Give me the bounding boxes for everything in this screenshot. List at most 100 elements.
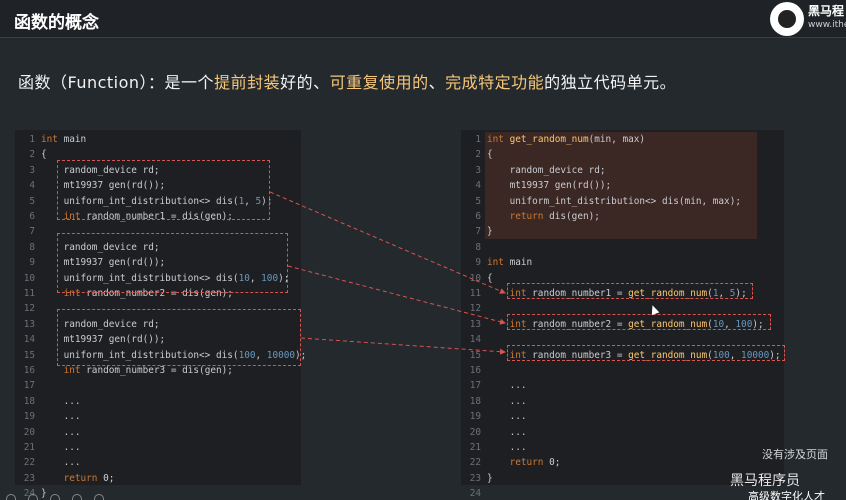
line-number: 21 bbox=[469, 442, 481, 453]
line-number: 14 bbox=[469, 334, 481, 346]
right-code-line: 18 ... bbox=[461, 394, 784, 409]
code-text: ... bbox=[487, 411, 527, 423]
line-number: 24 bbox=[469, 488, 481, 500]
left-code-line: 17 bbox=[15, 378, 301, 393]
line-number: 23 bbox=[469, 472, 481, 484]
line-number: 20 bbox=[23, 426, 35, 438]
left-code-line: 1 int main bbox=[15, 132, 301, 147]
code-text: int main bbox=[487, 257, 533, 269]
code-text: ... bbox=[487, 426, 527, 438]
code-text: { bbox=[487, 272, 493, 284]
code-block-box-1 bbox=[57, 160, 270, 220]
code-block-box-3 bbox=[57, 309, 301, 366]
line-number: 8 bbox=[29, 241, 35, 253]
code-text: int get_random_num(min, max) bbox=[487, 134, 646, 145]
code-block-box-2 bbox=[57, 233, 288, 293]
code-text: return 0; bbox=[509, 457, 561, 469]
line-number: 15 bbox=[469, 349, 481, 361]
line-number: 20 bbox=[469, 426, 481, 438]
left-code-line: 23 return 0; bbox=[15, 471, 301, 486]
definition-text-4: 的独立代码单元。 bbox=[544, 73, 677, 92]
line-number: 3 bbox=[29, 164, 35, 176]
right-code-line: 16 bbox=[461, 363, 784, 378]
code-text: uniform_int_distribution<> dis(min, max)… bbox=[487, 195, 741, 207]
line-number: 6 bbox=[29, 211, 35, 222]
right-code-line: 2{ bbox=[461, 147, 784, 162]
line-number: 9 bbox=[475, 257, 481, 269]
right-code-line: 22 return 0; bbox=[461, 455, 784, 470]
watermark-line1: 黑马程序员 bbox=[730, 473, 800, 489]
code-text: ... bbox=[41, 426, 81, 438]
code-text: random_device rd; bbox=[487, 164, 606, 176]
line-number: 10 bbox=[23, 272, 35, 284]
right-code-line: 7} bbox=[461, 224, 784, 239]
line-number: 12 bbox=[469, 303, 481, 315]
right-code-line: 21 ... bbox=[461, 440, 784, 455]
line-number: 16 bbox=[469, 365, 481, 376]
right-code-line: 9 int main bbox=[461, 255, 784, 270]
call-box-3 bbox=[507, 345, 785, 361]
right-code-line: 8 bbox=[461, 240, 784, 255]
more-icon[interactable] bbox=[94, 494, 104, 500]
line-number: 5 bbox=[29, 195, 35, 207]
brand-name: 黑马程 bbox=[808, 4, 845, 18]
right-code-line: 20 ... bbox=[461, 425, 784, 440]
line-number: 7 bbox=[475, 226, 481, 238]
definition-text-1: 函数（Function）：是一个 bbox=[18, 73, 215, 92]
code-text: ... bbox=[41, 442, 81, 453]
code-text: ... bbox=[41, 457, 81, 469]
code-text: } bbox=[487, 226, 493, 238]
code-text: { bbox=[41, 149, 47, 161]
code-text: { bbox=[487, 149, 493, 161]
pen-icon[interactable] bbox=[28, 494, 38, 500]
right-code-line: 19 ... bbox=[461, 409, 784, 424]
line-number: 2 bbox=[475, 149, 481, 161]
function-definition: 函数（Function）：是一个提前封装好的、可重复使用的、完成特定功能的独立代… bbox=[18, 69, 676, 93]
line-number: 1 bbox=[29, 134, 35, 145]
line-number: 7 bbox=[29, 226, 35, 238]
watermark-line2: 高级数字化人才 bbox=[748, 490, 825, 500]
code-text: return dis(gen); bbox=[509, 211, 600, 222]
line-number: 16 bbox=[23, 365, 35, 376]
right-code-line: 17 ... bbox=[461, 378, 784, 393]
line-number: 18 bbox=[469, 395, 481, 407]
line-number: 22 bbox=[23, 457, 35, 469]
line-number: 21 bbox=[23, 442, 35, 453]
line-number: 19 bbox=[23, 411, 35, 423]
code-text: ... bbox=[487, 395, 527, 407]
zoom-icon[interactable] bbox=[72, 494, 82, 500]
line-number: 2 bbox=[29, 149, 35, 161]
left-code-line: 18 ... bbox=[15, 394, 301, 409]
prev-icon[interactable] bbox=[6, 494, 16, 500]
line-number: 17 bbox=[23, 380, 35, 392]
right-code-line: 4 mt19937 gen(rd()); bbox=[461, 178, 784, 193]
definition-text-2: 好的、 bbox=[280, 73, 330, 92]
line-number: 15 bbox=[23, 349, 35, 361]
line-number: 13 bbox=[469, 318, 481, 330]
line-number: 10 bbox=[469, 272, 481, 284]
line-number: 9 bbox=[29, 257, 35, 269]
left-code-line: 22 ... bbox=[15, 455, 301, 470]
right-code-line: 5 uniform_int_distribution<> dis(min, ma… bbox=[461, 194, 784, 209]
code-text: } bbox=[487, 472, 493, 484]
left-code-line: 19 ... bbox=[15, 409, 301, 424]
right-code-line: 6 return dis(gen); bbox=[461, 209, 784, 224]
definition-highlight-3: 完成特定功能 bbox=[445, 73, 545, 92]
line-number: 4 bbox=[475, 180, 481, 192]
line-number: 11 bbox=[23, 288, 35, 299]
right-code-line: 1 int get_random_num(min, max) bbox=[461, 132, 784, 147]
code-text: int random_number3 = dis(gen); bbox=[63, 365, 233, 376]
overlay-caption: 没有涉及页面 bbox=[762, 448, 828, 461]
code-text: ... bbox=[41, 411, 81, 423]
line-number: 13 bbox=[23, 318, 35, 330]
line-number: 4 bbox=[29, 180, 35, 192]
line-number: 1 bbox=[475, 134, 481, 145]
horse-logo-icon bbox=[770, 2, 804, 36]
line-number: 11 bbox=[469, 288, 481, 299]
line-number: 14 bbox=[23, 334, 35, 346]
call-box-2 bbox=[507, 314, 771, 330]
line-number: 23 bbox=[23, 472, 35, 484]
player-toolbar bbox=[6, 489, 116, 500]
definition-highlight-2: 可重复使用的 bbox=[329, 73, 429, 92]
slides-icon[interactable] bbox=[50, 494, 60, 500]
